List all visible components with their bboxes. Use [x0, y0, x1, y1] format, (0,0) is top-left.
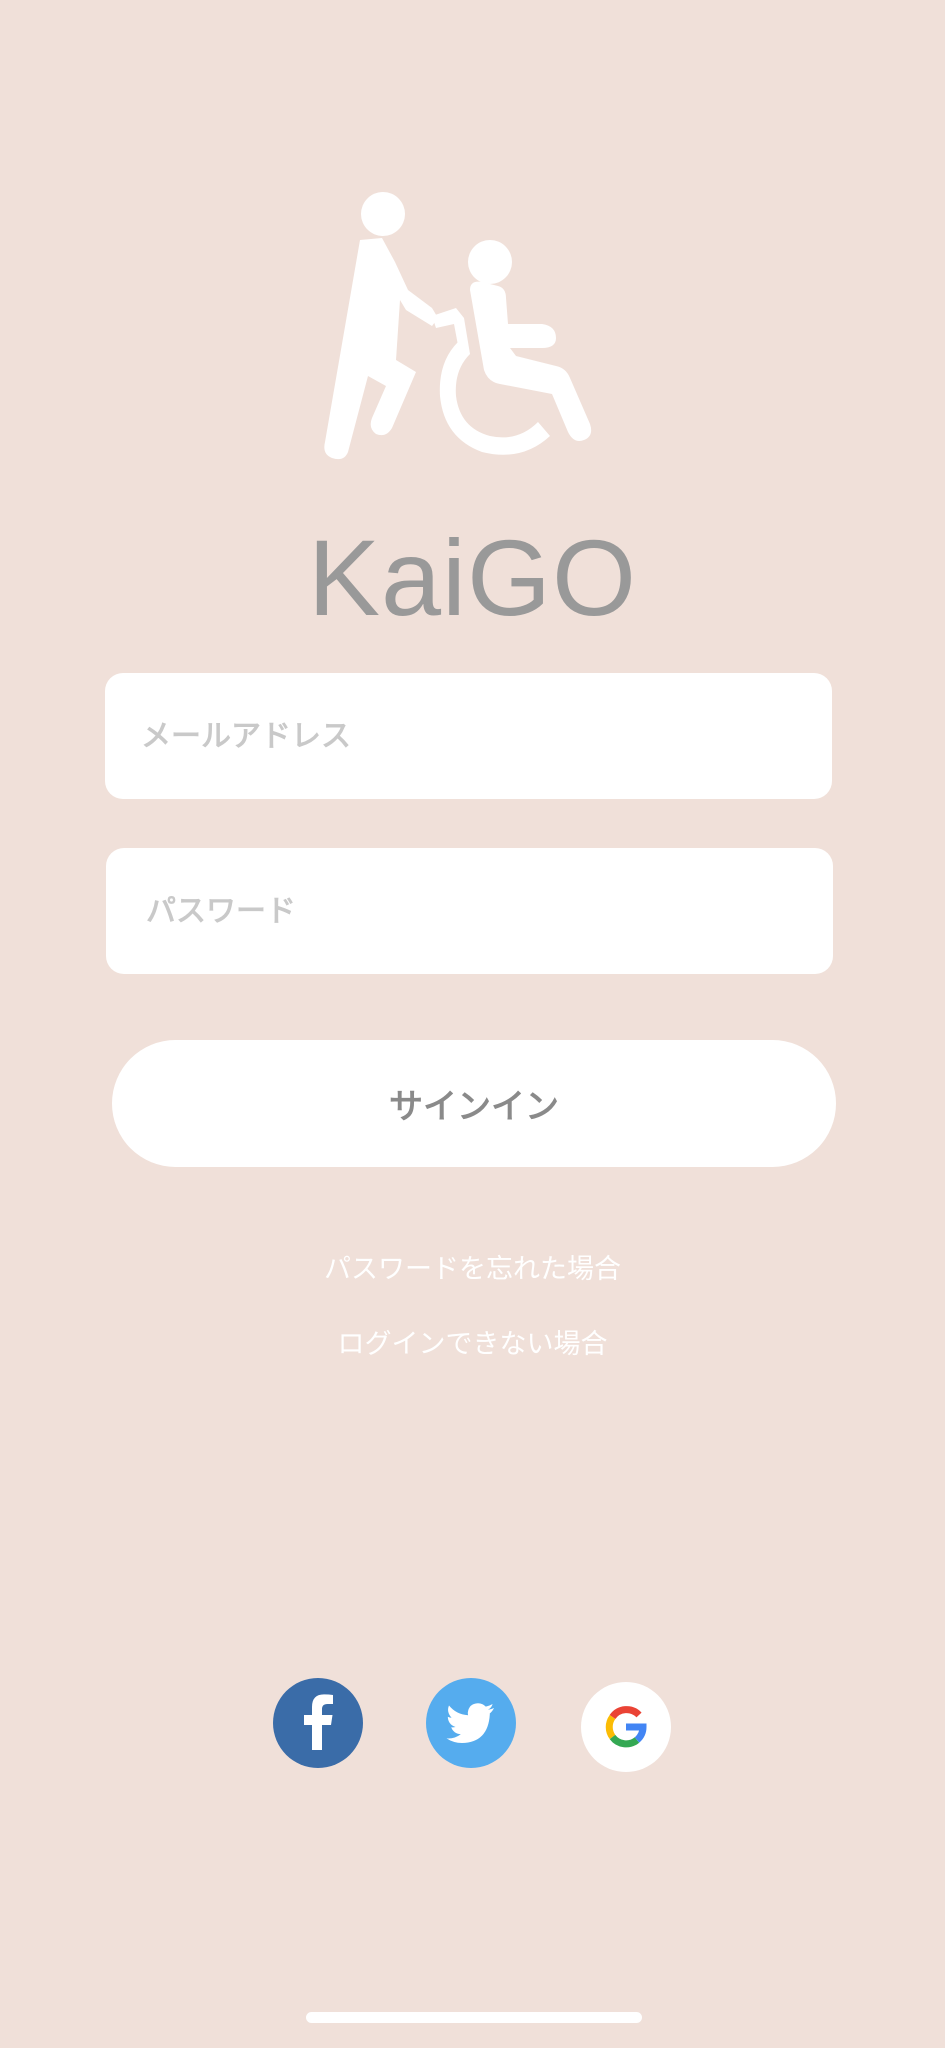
- google-icon: [605, 1706, 647, 1748]
- twitter-login-button[interactable]: [426, 1678, 516, 1768]
- email-field[interactable]: [105, 673, 832, 799]
- app-title: KaiGO: [307, 517, 638, 638]
- cannot-login-link[interactable]: ログインできない場合: [0, 1322, 945, 1361]
- caregiver-wheelchair-icon: [324, 192, 592, 460]
- signin-label: サインイン: [389, 1087, 559, 1127]
- twitter-icon: [446, 1703, 494, 1743]
- home-indicator[interactable]: [306, 2012, 642, 2023]
- google-login-button[interactable]: [581, 1682, 671, 1772]
- password-field[interactable]: [106, 848, 833, 974]
- facebook-icon: [304, 1694, 333, 1750]
- signin-button[interactable]: サインイン: [112, 1040, 836, 1167]
- forgot-password-link[interactable]: パスワードを忘れた場合: [0, 1247, 945, 1286]
- app-logo: [320, 190, 595, 460]
- facebook-login-button[interactable]: [273, 1678, 363, 1768]
